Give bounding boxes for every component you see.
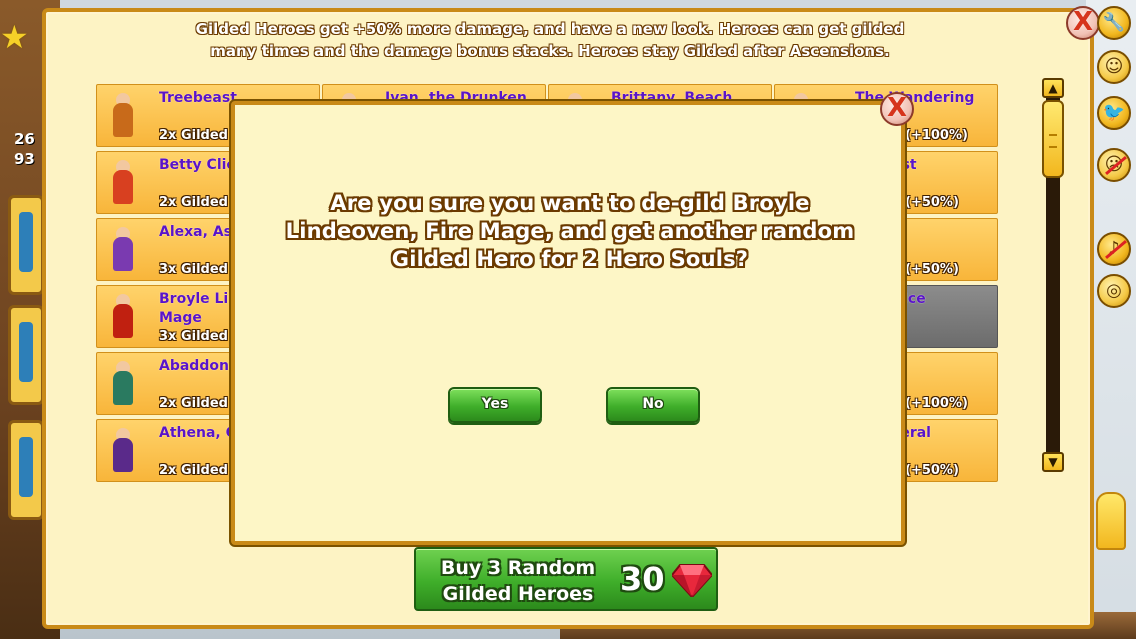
buy-cost: 30 — [620, 560, 665, 598]
ruby-icon — [672, 564, 712, 597]
twitter-bird-button[interactable]: 🐦 — [1097, 96, 1131, 130]
hero-gild-bonus: (+50%) — [905, 262, 959, 277]
hero-body — [113, 170, 133, 204]
dialog-message: Are you sure you want to de-gild Broyle … — [285, 191, 855, 271]
wrench-button[interactable]: 🔧 — [1097, 6, 1131, 40]
star-icon: ★ — [0, 18, 29, 56]
hero-body — [113, 237, 133, 271]
hud-slot — [8, 305, 44, 405]
hero-body — [113, 371, 133, 405]
hero-gild-count: 3x Gilded ( — [159, 329, 239, 344]
hero-gild-count: 2x Gilded ( — [159, 195, 239, 210]
panel-close-button[interactable]: X — [1066, 6, 1100, 40]
twitter-bird-icon: 🐦 — [1102, 102, 1126, 123]
hero-gild-count: 2x Gilded ( — [159, 463, 239, 478]
hero-portrait — [103, 359, 143, 411]
trophy-icon — [1096, 492, 1126, 550]
dialog-close-button[interactable]: X — [880, 92, 914, 126]
arrow-up-icon: ▲ — [1048, 81, 1058, 95]
hero-gild-count: 3x Gilded ( — [159, 262, 239, 277]
hero-portrait — [103, 158, 143, 210]
mute-face-button[interactable]: ☹ — [1097, 148, 1131, 182]
hero-portrait — [103, 225, 143, 277]
arrow-down-icon: ▼ — [1048, 455, 1058, 469]
scroll-up-button[interactable]: ▲ — [1042, 78, 1064, 98]
hero-body — [113, 438, 133, 472]
smiley-button[interactable]: ☺ — [1097, 50, 1131, 84]
hero-portrait — [103, 426, 143, 478]
buy-label: Buy 3 Random Gilded Heroes — [440, 557, 596, 605]
hero-portrait — [103, 292, 143, 344]
hero-body — [113, 304, 133, 338]
hud-slot — [8, 195, 44, 295]
hud-slot — [8, 420, 44, 520]
yes-button[interactable]: Yes — [448, 387, 542, 423]
target-button[interactable]: ◎ — [1097, 274, 1131, 308]
target-icon: ◎ — [1106, 280, 1122, 301]
hero-gild-bonus: (+100%) — [905, 128, 968, 143]
scroll-down-button[interactable]: ▼ — [1042, 452, 1064, 472]
hero-gild-count: 2x Gilded ( — [159, 396, 239, 411]
hero-gild-count: 2x Gilded ( — [159, 128, 239, 143]
no-music-button[interactable]: ♪ — [1097, 232, 1131, 266]
buy-random-gilded-button[interactable]: Buy 3 Random Gilded Heroes 30 — [414, 547, 718, 611]
hero-gild-bonus: (+100%) — [905, 396, 968, 411]
hero-gild-bonus: (+50%) — [905, 463, 959, 478]
hero-portrait — [103, 91, 143, 143]
smiley-icon: ☺ — [1104, 56, 1124, 77]
gilded-info-text: Gilded Heroes get +50% more damage, and … — [195, 20, 905, 60]
confirm-degild-dialog: Are you sure you want to de-gild Broyle … — [231, 101, 905, 545]
wrench-icon: 🔧 — [1102, 12, 1126, 33]
hero-body — [113, 103, 133, 137]
hero-gild-bonus: (+50%) — [905, 195, 959, 210]
scrollbar-thumb[interactable] — [1042, 100, 1064, 178]
no-button[interactable]: No — [606, 387, 700, 423]
